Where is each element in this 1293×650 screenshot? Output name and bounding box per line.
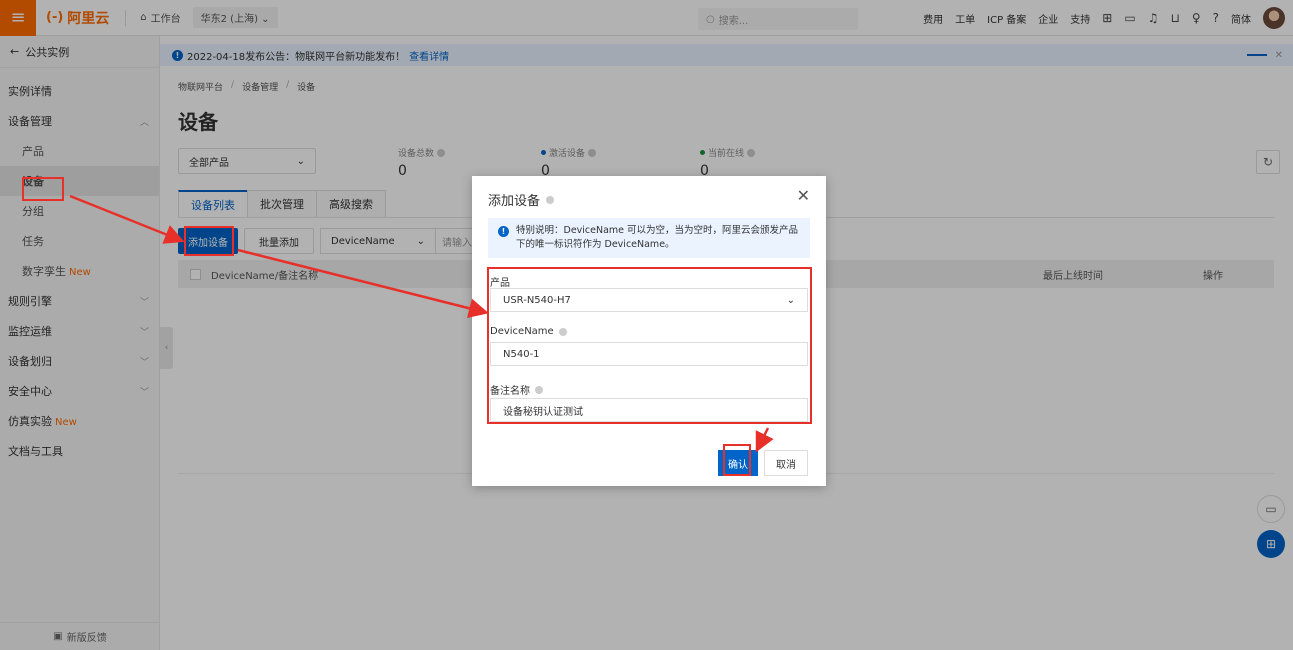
info-icon: !	[498, 226, 509, 237]
annotation-highlight-form	[487, 267, 812, 424]
annotation-highlight-device-menu	[22, 177, 64, 201]
dialog-tip: ! 特别说明：DeviceName 可以为空，当为空时，阿里云会颁发产品下的唯一…	[488, 218, 810, 258]
cancel-button[interactable]: 取消	[764, 450, 808, 476]
annotation-highlight-add-button	[184, 226, 234, 256]
help-icon[interactable]	[546, 195, 555, 204]
dialog-title: 添加设备	[488, 190, 555, 209]
close-icon[interactable]: ✕	[797, 186, 810, 205]
annotation-highlight-confirm	[723, 444, 751, 476]
